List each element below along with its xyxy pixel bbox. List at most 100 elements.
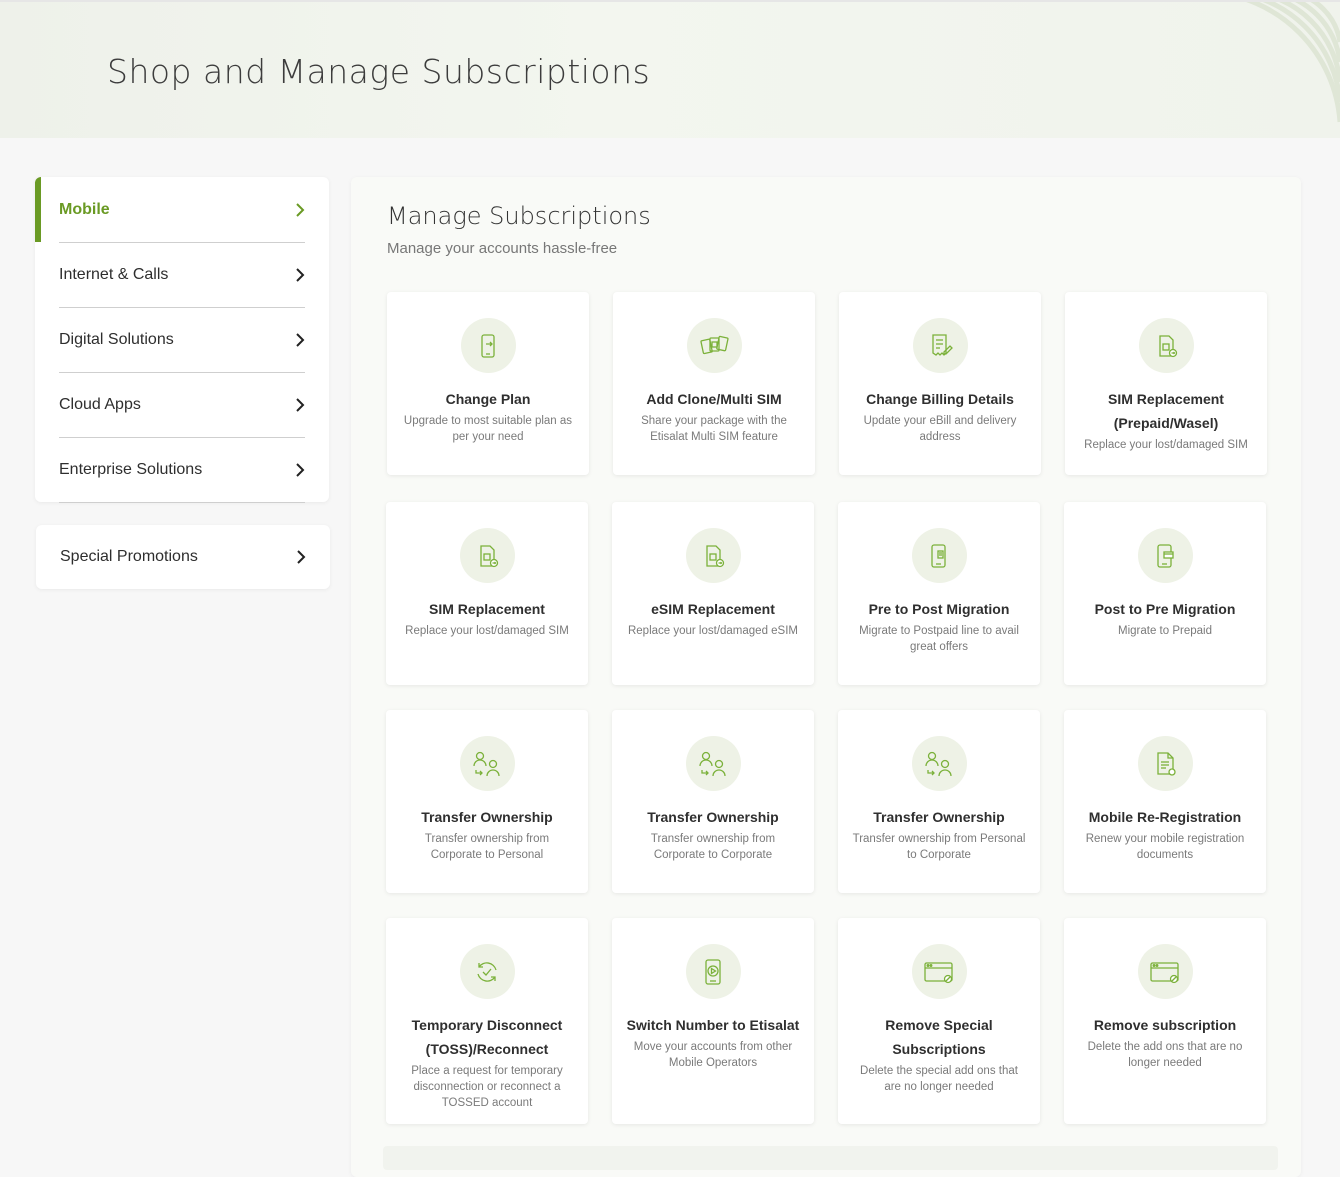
page-banner: Shop and Manage Subscriptions bbox=[0, 0, 1340, 138]
tile-title: Remove Special Subscriptions bbox=[885, 1017, 993, 1057]
multi-sim-icon bbox=[700, 335, 729, 354]
tile-title: Temporary Disconnect (TOSS)/Reconnect bbox=[411, 1017, 563, 1057]
tile-title: Transfer Ownership bbox=[873, 809, 1005, 825]
tile-title: Mobile Re-Registration bbox=[1088, 809, 1242, 825]
browser-remove-icon bbox=[924, 961, 953, 983]
tile-transfer-ownership-corp-personal[interactable]: Transfer Ownership Transfer ownership fr… bbox=[386, 710, 588, 893]
users-transfer-icon bbox=[925, 751, 952, 776]
tile-description: Replace your lost/damaged eSIM bbox=[627, 625, 799, 637]
tile-description: Migrate to Postpaid line to avail great … bbox=[859, 625, 1019, 653]
tile-post-to-pre-migration[interactable]: Post to Pre Migration Migrate to Prepaid bbox=[1064, 502, 1266, 685]
tile-title: Switch Number to Etisalat bbox=[626, 1017, 800, 1033]
tile-description: Transfer ownership from Corporate to Per… bbox=[424, 833, 550, 861]
tile-change-plan[interactable]: Change Plan Upgrade to most suitable pla… bbox=[387, 292, 589, 475]
tile-transfer-ownership-corp-corp[interactable]: Transfer Ownership Transfer ownership fr… bbox=[612, 710, 814, 893]
tile-title: eSIM Replacement bbox=[651, 601, 775, 617]
chevron-right-icon bbox=[296, 397, 305, 412]
icon-circle bbox=[1138, 318, 1194, 373]
icon-circle bbox=[911, 944, 967, 999]
tile-switch-number[interactable]: Switch Number to Etisalat Move your acco… bbox=[612, 918, 814, 1124]
users-transfer-icon bbox=[473, 751, 500, 776]
nav-item-label: Cloud Apps bbox=[59, 395, 141, 413]
nav-item-label: Digital Solutions bbox=[59, 330, 174, 348]
tile-description: Move your accounts from other Mobile Ope… bbox=[633, 1041, 793, 1069]
tile-title: Remove subscription bbox=[1093, 1017, 1237, 1033]
tile-description: Upgrade to most suitable plan as per you… bbox=[403, 415, 573, 443]
nav-item-enterprise-solutions[interactable]: Enterprise Solutions bbox=[59, 437, 305, 503]
page-title: Shop and Manage Subscriptions bbox=[107, 52, 651, 91]
section-title: Manage Subscriptions bbox=[387, 202, 651, 230]
bill-edit-icon bbox=[932, 333, 953, 356]
tile-title: Transfer Ownership bbox=[647, 809, 779, 825]
icon-circle bbox=[459, 944, 515, 999]
nav-item-label: Internet & Calls bbox=[59, 265, 169, 283]
category-nav: Mobile Internet & Calls Digital Solution… bbox=[35, 177, 329, 503]
icon-circle bbox=[685, 736, 741, 791]
nav-item-label: Enterprise Solutions bbox=[59, 460, 203, 478]
tile-description: Delete the add ons that are no longer ne… bbox=[1087, 1041, 1243, 1069]
chevron-right-icon bbox=[296, 267, 305, 282]
icon-circle bbox=[911, 528, 967, 583]
nav-item-internet-calls[interactable]: Internet & Calls bbox=[59, 242, 305, 308]
users-transfer-icon bbox=[699, 751, 726, 776]
nav-item-digital-solutions[interactable]: Digital Solutions bbox=[59, 307, 305, 373]
active-indicator bbox=[35, 177, 41, 242]
phone-migrate-icon bbox=[931, 543, 946, 568]
sim-replace-icon bbox=[480, 544, 499, 567]
panel-bottom-strip bbox=[383, 1146, 1278, 1170]
section-subtitle: Manage your accounts hassle-free bbox=[387, 240, 618, 257]
tile-title: Change Billing Details bbox=[866, 391, 1014, 407]
tile-change-billing-details[interactable]: Change Billing Details Update your eBill… bbox=[839, 292, 1041, 475]
esim-replace-icon bbox=[706, 544, 725, 567]
tile-description: Replace your lost/damaged SIM bbox=[405, 625, 569, 637]
icon-circle bbox=[1137, 528, 1193, 583]
decorative-rings-icon bbox=[1246, 2, 1340, 123]
tile-title: SIM Replacement bbox=[429, 601, 545, 617]
nav-item-label: Special Promotions bbox=[60, 548, 198, 565]
document-renew-icon bbox=[1157, 751, 1176, 776]
phone-switch-icon bbox=[705, 958, 721, 985]
tile-description: Update your eBill and delivery address bbox=[863, 415, 1017, 443]
refresh-check-icon bbox=[477, 961, 497, 982]
tile-description: Replace your lost/damaged SIM bbox=[1084, 439, 1248, 451]
tile-title: Pre to Post Migration bbox=[868, 601, 1010, 617]
icon-circle bbox=[459, 736, 515, 791]
chevron-right-icon bbox=[296, 202, 305, 217]
icon-circle bbox=[912, 318, 968, 373]
tile-sim-replacement-prepaid[interactable]: SIM Replacement (Prepaid/Wasel) Replace … bbox=[1065, 292, 1267, 475]
icon-circle bbox=[460, 318, 516, 373]
icon-circle bbox=[685, 944, 741, 999]
nav-item-special-promotions[interactable]: Special Promotions bbox=[60, 525, 306, 589]
tile-sim-replacement[interactable]: SIM Replacement Replace your lost/damage… bbox=[386, 502, 588, 685]
tile-remove-special-subscriptions[interactable]: Remove Special Subscriptions Delete the … bbox=[838, 918, 1040, 1124]
tile-description: Transfer ownership from Corporate to Cor… bbox=[650, 833, 776, 861]
icon-circle bbox=[686, 318, 742, 373]
icon-circle bbox=[911, 736, 967, 791]
tile-remove-subscription[interactable]: Remove subscription Delete the add ons t… bbox=[1064, 918, 1266, 1124]
tile-description: Delete the special add ons that are no l… bbox=[860, 1065, 1018, 1093]
tile-transfer-ownership-personal-corp[interactable]: Transfer Ownership Transfer ownership fr… bbox=[838, 710, 1040, 893]
icon-circle bbox=[1137, 944, 1193, 999]
icon-circle bbox=[459, 528, 515, 583]
tile-title: Change Plan bbox=[445, 391, 531, 407]
tile-description: Transfer ownership from Personal to Corp… bbox=[852, 833, 1026, 861]
tile-mobile-re-registration[interactable]: Mobile Re-Registration Renew your mobile… bbox=[1064, 710, 1266, 893]
tile-pre-to-post-migration[interactable]: Pre to Post Migration Migrate to Postpai… bbox=[838, 502, 1040, 685]
tile-description: Share your package with the Etisalat Mul… bbox=[641, 415, 787, 443]
tile-temporary-disconnect[interactable]: Temporary Disconnect (TOSS)/Reconnect Pl… bbox=[386, 918, 588, 1124]
chevron-right-icon bbox=[296, 332, 305, 347]
nav-item-mobile[interactable]: Mobile bbox=[59, 177, 305, 243]
tile-title: Transfer Ownership bbox=[421, 809, 553, 825]
tile-title: Post to Pre Migration bbox=[1094, 601, 1236, 617]
icon-circle bbox=[685, 528, 741, 583]
chevron-right-icon bbox=[296, 462, 305, 477]
chevron-right-icon bbox=[297, 550, 306, 564]
nav-item-cloud-apps[interactable]: Cloud Apps bbox=[59, 372, 305, 438]
special-promotions-card: Special Promotions bbox=[36, 525, 330, 589]
tile-add-clone-multi-sim[interactable]: Add Clone/Multi SIM Share your package w… bbox=[613, 292, 815, 475]
sim-replace-icon bbox=[1159, 334, 1178, 357]
tile-esim-replacement[interactable]: eSIM Replacement Replace your lost/damag… bbox=[612, 502, 814, 685]
icon-circle bbox=[1137, 736, 1193, 791]
tile-title: Add Clone/Multi SIM bbox=[646, 391, 782, 407]
phone-card-icon bbox=[1157, 543, 1174, 568]
